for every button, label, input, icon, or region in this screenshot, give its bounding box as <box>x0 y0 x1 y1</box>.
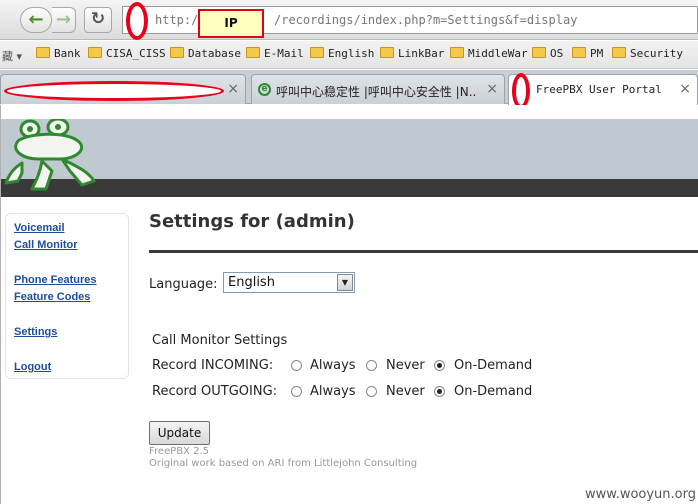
sidebar-item-voicemail[interactable]: Voicemail <box>14 222 65 234</box>
incoming-never-label: Never <box>386 358 425 373</box>
bookmark-label: PM <box>590 47 604 60</box>
outgoing-always-radio[interactable] <box>291 386 302 397</box>
frog-logo <box>4 119 96 191</box>
language-select-value: English <box>228 275 275 290</box>
redaction-mark <box>512 73 530 109</box>
bookmarks-toolbar: 藏 ▾ Bank CISA_CISS Database E-Mail Engli… <box>0 41 698 69</box>
update-button[interactable]: Update <box>149 421 210 445</box>
page-left-border <box>0 105 1 504</box>
folder-icon <box>572 47 586 58</box>
bookmark-label: E-Mail <box>264 47 304 60</box>
tab-strip: × e 呼叫中心稳定性 |呼叫中心安全性 |N... × FreePBX Use… <box>0 70 698 109</box>
bookmark-folder-linkbar[interactable]: LinkBar <box>380 47 444 63</box>
bookmark-label: OS <box>550 47 564 60</box>
sidebar-item-phone-features[interactable]: Phone Features <box>14 274 97 286</box>
page-title: Settings for (admin) <box>149 211 355 232</box>
url-path: /recordings/index.php?m=Settings&f=displ… <box>274 13 578 27</box>
arrow-left-icon: ← <box>28 9 44 30</box>
bookmark-folder-cisa-ciss[interactable]: CISA_CISS <box>88 47 166 63</box>
forward-button[interactable]: → <box>52 7 76 33</box>
folder-icon <box>36 47 50 58</box>
bookmark-folder-bank[interactable]: Bank <box>36 47 81 63</box>
folder-icon <box>170 47 184 58</box>
bookmark-folder-pm[interactable]: PM <box>572 47 603 63</box>
outgoing-on-demand-label: On-Demand <box>454 384 533 399</box>
language-select[interactable]: English ▼ <box>223 272 355 293</box>
folder-icon <box>246 47 260 58</box>
language-label: Language: <box>149 277 218 292</box>
incoming-always-radio[interactable] <box>291 360 302 371</box>
outgoing-always-label: Always <box>310 384 356 399</box>
bookmark-folder-database[interactable]: Database <box>170 47 241 63</box>
arrow-right-icon: → <box>55 9 72 30</box>
bookmark-label: MiddleWar <box>468 47 528 60</box>
bookmark-label: Database <box>188 47 241 60</box>
bookmark-label: LinkBar <box>398 47 445 60</box>
header-bar <box>0 179 698 197</box>
incoming-on-demand-radio[interactable] <box>434 360 445 371</box>
redaction-mark <box>4 81 224 101</box>
bookmark-label: Security <box>630 47 683 60</box>
tab-title: 呼叫中心稳定性 |呼叫中心安全性 |N... <box>276 85 476 99</box>
bookmark-folder-english[interactable]: English <box>310 47 374 63</box>
back-button[interactable]: ← <box>20 7 52 33</box>
bookmark-folder-security[interactable]: Security <box>612 47 683 63</box>
bookmarks-menu[interactable]: 藏 ▾ <box>2 48 22 64</box>
credit-text: Original work based on ARI from Littlejo… <box>149 458 418 469</box>
tab-freepbx-user-portal[interactable]: FreePBX User Portal × <box>508 74 698 105</box>
bookmark-folder-email[interactable]: E-Mail <box>246 47 304 63</box>
tab-call-center[interactable]: e 呼叫中心稳定性 |呼叫中心安全性 |N... × <box>251 74 505 104</box>
ie-page-icon: e <box>258 83 271 96</box>
dropdown-arrow-icon[interactable]: ▼ <box>337 274 353 291</box>
sidebar-item-feature-codes[interactable]: Feature Codes <box>14 291 90 303</box>
bookmark-folder-middlewar[interactable]: MiddleWar <box>450 47 528 63</box>
folder-icon <box>88 47 102 58</box>
record-outgoing-label: Record OUTGOING: <box>152 384 278 399</box>
sidebar-item-logout[interactable]: Logout <box>14 361 51 373</box>
header-banner <box>0 119 698 179</box>
folder-icon <box>310 47 324 58</box>
folder-icon <box>450 47 464 58</box>
title-divider <box>149 250 698 253</box>
reload-icon: ↻ <box>90 9 106 29</box>
incoming-never-radio[interactable] <box>366 360 377 371</box>
bookmark-label: English <box>328 47 375 60</box>
folder-icon <box>612 47 626 58</box>
record-incoming-label: Record INCOMING: <box>152 358 274 373</box>
sidebar-item-settings[interactable]: Settings <box>14 326 57 338</box>
tab-title: FreePBX User Portal <box>536 83 662 96</box>
outgoing-never-radio[interactable] <box>366 386 377 397</box>
call-monitor-settings-heading: Call Monitor Settings <box>152 333 288 348</box>
navigation-toolbar: ← → ↻ http:// /recordings/index.php?m=Se… <box>0 0 698 40</box>
folder-icon <box>380 47 394 58</box>
bookmark-folder-os[interactable]: OS <box>532 47 563 63</box>
incoming-on-demand-label: On-Demand <box>454 358 533 373</box>
version-text: FreePBX 2.5 <box>149 446 210 457</box>
close-icon[interactable]: × <box>679 81 691 97</box>
sidebar: Voicemail Call Monitor Phone Features Fe… <box>5 213 129 379</box>
ip-annotation-label: IP <box>198 9 264 38</box>
outgoing-never-label: Never <box>386 384 425 399</box>
close-icon[interactable]: × <box>227 81 239 97</box>
web-page: Voicemail Call Monitor Phone Features Fe… <box>0 105 698 504</box>
outgoing-on-demand-radio[interactable] <box>434 386 445 397</box>
folder-icon <box>532 47 546 58</box>
redaction-mark <box>126 2 148 40</box>
bookmark-label: Bank <box>54 47 81 60</box>
reload-button[interactable]: ↻ <box>84 7 112 33</box>
incoming-always-label: Always <box>310 358 356 373</box>
watermark: www.wooyun.org <box>584 487 696 502</box>
sidebar-item-call-monitor[interactable]: Call Monitor <box>14 239 78 251</box>
close-icon[interactable]: × <box>486 81 498 97</box>
bookmark-label: CISA_CISS <box>106 47 166 60</box>
